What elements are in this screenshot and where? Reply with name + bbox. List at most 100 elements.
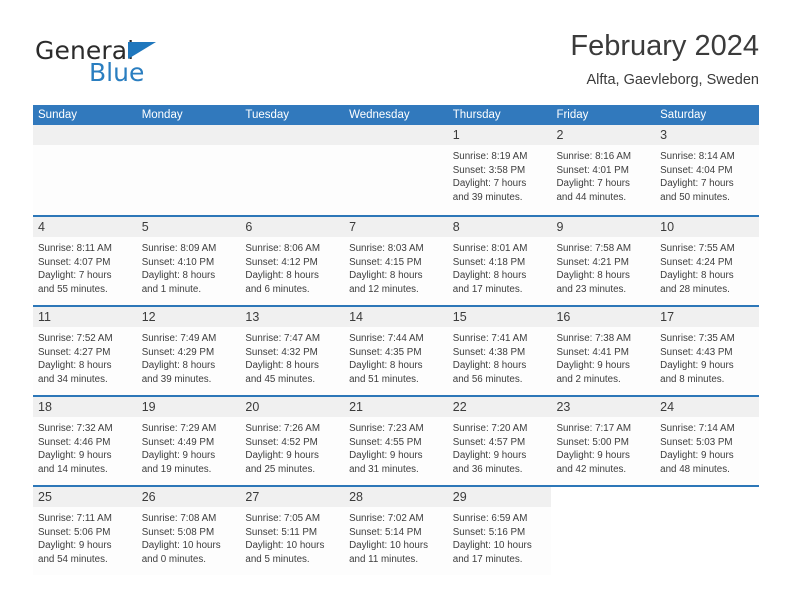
day-cell-empty bbox=[33, 125, 137, 215]
daylight-text-line2: and 44 minutes. bbox=[556, 191, 627, 203]
day-cell[interactable]: 3 Sunrise: 8:14 AM Sunset: 4:04 PM Dayli… bbox=[655, 125, 759, 215]
sunset-text: Sunset: 4:57 PM bbox=[452, 436, 526, 448]
day-body: Sunrise: 7:55 AM Sunset: 4:24 PM Dayligh… bbox=[655, 237, 759, 296]
daylight-text-line1: Daylight: 8 hours bbox=[245, 360, 319, 372]
daylight-text-line2: and 17 minutes. bbox=[452, 553, 523, 565]
day-cell[interactable]: 2 Sunrise: 8:16 AM Sunset: 4:01 PM Dayli… bbox=[551, 125, 656, 215]
day-cell[interactable]: 26 Sunrise: 7:08 AM Sunset: 5:08 PM Dayl… bbox=[136, 487, 241, 575]
day-number: 24 bbox=[660, 400, 675, 414]
day-cell[interactable]: 18 Sunrise: 7:32 AM Sunset: 4:46 PM Dayl… bbox=[33, 397, 137, 485]
logo-text-blue: Blue bbox=[89, 58, 145, 87]
day-body: Sunrise: 6:59 AM Sunset: 5:16 PM Dayligh… bbox=[448, 507, 552, 566]
day-body: Sunrise: 8:06 AM Sunset: 4:12 PM Dayligh… bbox=[240, 237, 344, 296]
day-cell-empty bbox=[344, 125, 448, 215]
day-body: Sunrise: 7:20 AM Sunset: 4:57 PM Dayligh… bbox=[448, 417, 552, 476]
day-cell[interactable]: 17 Sunrise: 7:35 AM Sunset: 4:43 PM Dayl… bbox=[655, 307, 759, 395]
daylight-text-line2: and 23 minutes. bbox=[556, 283, 627, 295]
day-cell[interactable]: 8 Sunrise: 8:01 AM Sunset: 4:18 PM Dayli… bbox=[447, 217, 552, 305]
daylight-text-line2: and 54 minutes. bbox=[38, 553, 108, 565]
day-number: 7 bbox=[349, 220, 357, 234]
day-cell[interactable]: 23 Sunrise: 7:17 AM Sunset: 5:00 PM Dayl… bbox=[551, 397, 656, 485]
daylight-text-line2: and 31 minutes. bbox=[349, 463, 419, 475]
day-cell[interactable]: 19 Sunrise: 7:29 AM Sunset: 4:49 PM Dayl… bbox=[136, 397, 241, 485]
day-body: Sunrise: 7:35 AM Sunset: 4:43 PM Dayligh… bbox=[655, 327, 759, 386]
day-cell[interactable]: 22 Sunrise: 7:20 AM Sunset: 4:57 PM Dayl… bbox=[447, 397, 552, 485]
daynum-band: 1 bbox=[447, 125, 552, 145]
daynum-band bbox=[344, 125, 448, 145]
sunset-text: Sunset: 5:06 PM bbox=[38, 526, 111, 538]
day-number: 26 bbox=[141, 490, 156, 504]
sunrise-text: Sunrise: 7:41 AM bbox=[452, 333, 528, 344]
day-cell[interactable]: 11 Sunrise: 7:52 AM Sunset: 4:27 PM Dayl… bbox=[33, 307, 137, 395]
daynum-band: 4 bbox=[33, 217, 137, 237]
daylight-text-line1: Daylight: 8 hours bbox=[452, 270, 527, 282]
day-cell[interactable]: 15 Sunrise: 7:41 AM Sunset: 4:38 PM Dayl… bbox=[447, 307, 552, 395]
day-cell[interactable]: 1 Sunrise: 8:19 AM Sunset: 3:58 PM Dayli… bbox=[447, 125, 552, 215]
sunset-text: Sunset: 5:16 PM bbox=[452, 526, 526, 538]
daynum-band: 19 bbox=[136, 397, 241, 417]
daylight-text-line2: and 48 minutes. bbox=[660, 463, 730, 475]
day-cell[interactable]: 9 Sunrise: 7:58 AM Sunset: 4:21 PM Dayli… bbox=[551, 217, 656, 305]
sunrise-text: Sunrise: 8:01 AM bbox=[452, 243, 528, 254]
day-number: 17 bbox=[660, 310, 675, 324]
day-cell[interactable]: 14 Sunrise: 7:44 AM Sunset: 4:35 PM Dayl… bbox=[344, 307, 448, 395]
daylight-text-line2: and 5 minutes. bbox=[245, 553, 310, 565]
day-cell[interactable]: 20 Sunrise: 7:26 AM Sunset: 4:52 PM Dayl… bbox=[240, 397, 345, 485]
day-cell[interactable]: 10 Sunrise: 7:55 AM Sunset: 4:24 PM Dayl… bbox=[655, 217, 759, 305]
day-body: Sunrise: 7:23 AM Sunset: 4:55 PM Dayligh… bbox=[344, 417, 448, 476]
sunset-text: Sunset: 5:03 PM bbox=[660, 436, 733, 448]
sunset-text: Sunset: 4:38 PM bbox=[452, 346, 526, 358]
daylight-text-line1: Daylight: 8 hours bbox=[245, 270, 319, 282]
day-cell[interactable]: 6 Sunrise: 8:06 AM Sunset: 4:12 PM Dayli… bbox=[240, 217, 345, 305]
daylight-text-line1: Daylight: 9 hours bbox=[349, 450, 423, 462]
title-block: February 2024 Alfta, Gaevleborg, Sweden bbox=[570, 30, 759, 88]
sunrise-text: Sunrise: 7:44 AM bbox=[349, 333, 424, 344]
day-number: 8 bbox=[452, 220, 460, 234]
daynum-band: 28 bbox=[344, 487, 448, 507]
day-body bbox=[344, 145, 448, 150]
day-number: 28 bbox=[349, 490, 363, 504]
sunset-text: Sunset: 4:15 PM bbox=[349, 256, 422, 268]
sunset-text: Sunset: 4:21 PM bbox=[556, 256, 629, 268]
daylight-text-line2: and 1 minute. bbox=[141, 283, 202, 295]
daylight-text-line1: Daylight: 8 hours bbox=[556, 270, 630, 282]
daynum-band: 22 bbox=[447, 397, 552, 417]
daynum-band: 24 bbox=[655, 397, 759, 417]
day-body: Sunrise: 7:38 AM Sunset: 4:41 PM Dayligh… bbox=[551, 327, 655, 386]
sunset-text: Sunset: 4:27 PM bbox=[38, 346, 111, 358]
sunset-text: Sunset: 5:14 PM bbox=[349, 526, 422, 538]
sunrise-text: Sunrise: 8:09 AM bbox=[141, 243, 217, 254]
day-body: Sunrise: 8:16 AM Sunset: 4:01 PM Dayligh… bbox=[551, 145, 655, 204]
day-cell[interactable]: 24 Sunrise: 7:14 AM Sunset: 5:03 PM Dayl… bbox=[655, 397, 759, 485]
sunset-text: Sunset: 4:52 PM bbox=[245, 436, 318, 448]
page-title: February 2024 bbox=[570, 30, 759, 62]
daynum-band: 21 bbox=[344, 397, 448, 417]
sunrise-text: Sunrise: 7:32 AM bbox=[38, 423, 113, 434]
daynum-band: 29 bbox=[447, 487, 552, 507]
day-cell[interactable]: 29 Sunrise: 6:59 AM Sunset: 5:16 PM Dayl… bbox=[447, 487, 552, 575]
day-cell[interactable]: 16 Sunrise: 7:38 AM Sunset: 4:41 PM Dayl… bbox=[551, 307, 656, 395]
daylight-text-line2: and 11 minutes. bbox=[349, 553, 419, 565]
sunrise-text: Sunrise: 7:49 AM bbox=[141, 333, 217, 344]
sunset-text: Sunset: 4:55 PM bbox=[349, 436, 422, 448]
day-cell[interactable]: 4 Sunrise: 8:11 AM Sunset: 4:07 PM Dayli… bbox=[33, 217, 137, 305]
day-body: Sunrise: 7:58 AM Sunset: 4:21 PM Dayligh… bbox=[551, 237, 655, 296]
day-number: 23 bbox=[556, 400, 571, 414]
day-cell[interactable]: 27 Sunrise: 7:05 AM Sunset: 5:11 PM Dayl… bbox=[240, 487, 345, 575]
day-cell[interactable]: 5 Sunrise: 8:09 AM Sunset: 4:10 PM Dayli… bbox=[136, 217, 241, 305]
sunset-text: Sunset: 4:32 PM bbox=[245, 346, 318, 358]
daylight-text-line1: Daylight: 7 hours bbox=[452, 178, 527, 190]
sunset-text: Sunset: 4:41 PM bbox=[556, 346, 629, 358]
day-body: Sunrise: 7:47 AM Sunset: 4:32 PM Dayligh… bbox=[240, 327, 344, 386]
day-cell[interactable]: 13 Sunrise: 7:47 AM Sunset: 4:32 PM Dayl… bbox=[240, 307, 345, 395]
day-body: Sunrise: 7:29 AM Sunset: 4:49 PM Dayligh… bbox=[137, 417, 241, 476]
day-cell[interactable]: 7 Sunrise: 8:03 AM Sunset: 4:15 PM Dayli… bbox=[344, 217, 448, 305]
weekday-header-row: Sunday Monday Tuesday Wednesday Thursday… bbox=[33, 105, 759, 125]
day-cell[interactable]: 25 Sunrise: 7:11 AM Sunset: 5:06 PM Dayl… bbox=[33, 487, 137, 575]
daylight-text-line2: and 51 minutes. bbox=[349, 373, 419, 385]
day-cell[interactable]: 12 Sunrise: 7:49 AM Sunset: 4:29 PM Dayl… bbox=[136, 307, 241, 395]
day-number: 21 bbox=[349, 400, 363, 414]
day-cell[interactable]: 21 Sunrise: 7:23 AM Sunset: 4:55 PM Dayl… bbox=[344, 397, 448, 485]
day-cell[interactable]: 28 Sunrise: 7:02 AM Sunset: 5:14 PM Dayl… bbox=[344, 487, 448, 575]
sunset-text: Sunset: 4:29 PM bbox=[141, 346, 215, 358]
